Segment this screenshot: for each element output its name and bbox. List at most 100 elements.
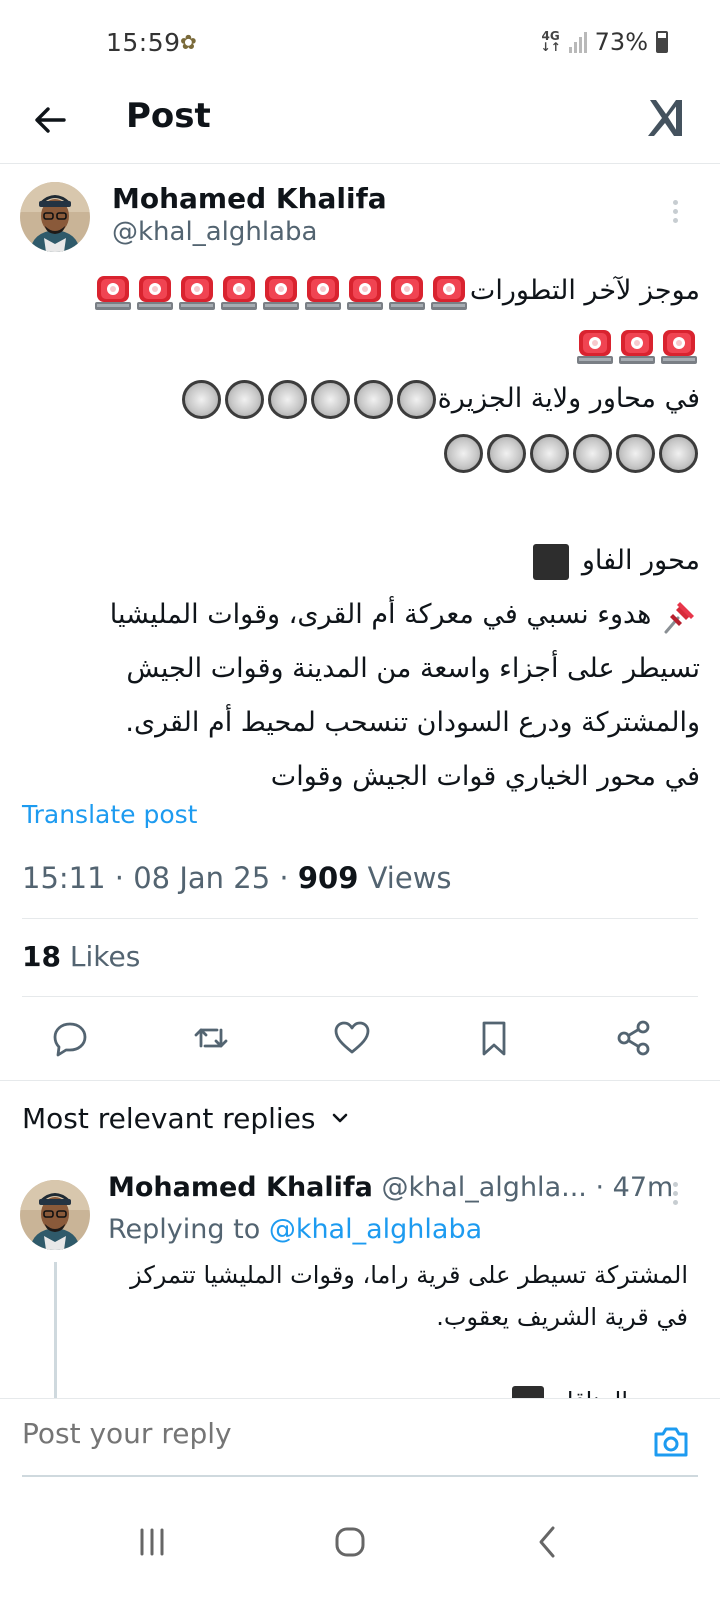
post-line-text: موجز لآخر التطورات — [469, 275, 700, 306]
siren-emoji — [430, 272, 468, 312]
reply-input[interactable] — [22, 1417, 632, 1450]
views-label: Views — [367, 861, 452, 895]
siren-emoji — [178, 272, 216, 312]
reply-line: في قرية الشريف يعقوب. — [436, 1303, 688, 1331]
siren-emoji — [136, 272, 174, 312]
recent-apps-icon[interactable] — [132, 1522, 172, 1562]
camera-icon[interactable] — [652, 1425, 690, 1459]
reply-icon[interactable] — [50, 1018, 90, 1058]
post-line: موجز لآخر التطورات — [20, 264, 700, 318]
post-line: في محاور ولاية الجزيرة — [20, 372, 700, 426]
post-time: 15:11 — [22, 861, 106, 895]
battery-percent: 73% — [594, 28, 648, 56]
author-handle[interactable]: @khal_alghlaba — [112, 217, 317, 247]
battery-icon — [656, 31, 668, 53]
network-type-icon: 4G ↓↑ — [540, 29, 561, 54]
circle-emoji — [181, 380, 221, 419]
siren-emoji — [576, 326, 614, 366]
post-header: Post — [0, 88, 720, 164]
chevron-down-icon — [330, 1102, 350, 1135]
xl-logo-icon[interactable] — [646, 96, 686, 140]
black-square-emoji — [533, 543, 570, 580]
divider — [22, 918, 698, 919]
post-line: في محور الخياري قوات الجيش وقوات — [270, 761, 700, 792]
siren-emoji — [388, 272, 426, 312]
siren-emoji — [304, 272, 342, 312]
reply-item[interactable]: Mohamed Khalifa @khal_alghla... · 47m Re… — [0, 1162, 720, 1398]
circle-emoji — [267, 380, 307, 419]
circle-emoji — [444, 434, 483, 473]
circle-emoji — [573, 434, 612, 473]
post-text: موجز لآخر التطورات في محاور ولاية الجزير… — [20, 264, 700, 804]
reply-underline — [22, 1475, 698, 1477]
black-square-emoji — [512, 1386, 545, 1398]
more-options-icon[interactable] — [670, 1182, 680, 1208]
siren-emoji — [220, 272, 258, 312]
circle-emoji — [310, 380, 350, 419]
page-title: Post — [126, 96, 211, 136]
post-line-text: في محاور ولاية الجزيرة — [437, 383, 700, 414]
replying-to-mention[interactable]: @khal_alghlaba — [269, 1214, 482, 1245]
bookmark-icon[interactable] — [474, 1018, 514, 1058]
like-icon[interactable] — [332, 1018, 372, 1058]
home-icon[interactable] — [330, 1522, 370, 1562]
siren-emoji — [660, 326, 698, 366]
likes-label: Likes — [69, 940, 141, 973]
status-bar: 15:59 ✿ 4G ↓↑ 73% — [0, 0, 720, 88]
system-nav-bar — [0, 1490, 720, 1600]
siren-emoji-row — [574, 329, 700, 364]
replies-sort-dropdown[interactable]: Most relevant replies — [22, 1102, 350, 1135]
post-date: 08 Jan 25 — [133, 861, 271, 895]
signal-strength-icon — [568, 31, 587, 53]
likes-link[interactable]: 18 Likes — [22, 940, 140, 973]
circle-emoji — [396, 380, 436, 419]
translate-post-link[interactable]: Translate post — [22, 800, 197, 829]
repost-icon[interactable] — [191, 1018, 231, 1058]
circle-emoji — [487, 434, 526, 473]
post-metadata: 15:11 · 08 Jan 25 · 909 Views — [22, 861, 452, 895]
post-line — [20, 426, 700, 480]
siren-emoji — [94, 272, 132, 312]
avatar[interactable] — [20, 1180, 90, 1250]
circle-emoji — [659, 434, 698, 473]
circle-emoji — [530, 434, 569, 473]
replying-to: Replying to @khal_alghlaba — [108, 1214, 483, 1245]
post-line — [20, 318, 700, 372]
more-options-icon[interactable] — [670, 200, 680, 226]
share-icon[interactable] — [614, 1018, 654, 1058]
reply-author-line: Mohamed Khalifa @khal_alghla... · 47m — [108, 1172, 674, 1203]
circle-emoji — [224, 380, 264, 419]
post-actions — [0, 996, 720, 1086]
back-arrow-icon[interactable] — [30, 100, 70, 140]
circle-emoji — [616, 434, 655, 473]
siren-emoji — [346, 272, 384, 312]
pushpin-emoji — [660, 596, 700, 636]
notification-icon: ✿ — [180, 30, 197, 54]
siren-emoji-row — [92, 275, 470, 310]
reply-text: المشتركة تسيطر على قرية راما، وقوات المل… — [108, 1254, 688, 1398]
siren-emoji — [262, 272, 300, 312]
section-divider — [0, 1080, 720, 1081]
post-line: محور الفاو — [20, 534, 700, 588]
siren-emoji — [618, 326, 656, 366]
thread-line — [54, 1262, 57, 1398]
post-line: هدوء نسبي في معركة أم القرى، وقوات الملي… — [20, 588, 700, 642]
status-indicators: 4G ↓↑ 73% — [541, 28, 668, 56]
post-line-text: محور الفاو — [581, 545, 700, 576]
status-time: 15:59 — [106, 28, 181, 57]
reply-line: محور المناقل — [108, 1380, 688, 1398]
reply-author-name[interactable]: Mohamed Khalifa — [108, 1172, 373, 1203]
circle-emoji — [353, 380, 393, 419]
avatar[interactable] — [20, 182, 90, 252]
reply-age: 47m — [612, 1172, 674, 1203]
likes-count: 18 — [22, 940, 61, 973]
reply-author-handle[interactable]: @khal_alghla... — [381, 1172, 586, 1203]
back-nav-icon[interactable] — [528, 1522, 568, 1562]
reply-composer — [0, 1398, 720, 1490]
post-line-text: هدوء نسبي في معركة أم القرى، وقوات الملي… — [109, 599, 652, 630]
replies-sort-label: Most relevant replies — [22, 1102, 316, 1135]
author-name[interactable]: Mohamed Khalifa — [112, 182, 387, 215]
post-line: والمشتركة ودرع السودان تنسحب لمحيط أم ال… — [125, 707, 700, 738]
views-count: 909 — [297, 861, 359, 895]
reply-line: المشتركة تسيطر على قرية راما، وقوات المل… — [130, 1261, 688, 1289]
